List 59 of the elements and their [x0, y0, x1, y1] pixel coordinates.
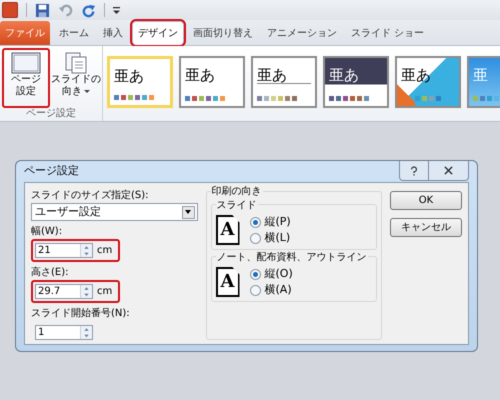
- theme-sample-text: 亜あ: [257, 68, 311, 84]
- spinner-arrows-icon[interactable]: [80, 285, 92, 298]
- unit-label: cm: [97, 244, 114, 258]
- ribbon-tab[interactable]: 画面切り替え: [188, 21, 258, 45]
- radio-label: 縦(O): [264, 266, 293, 282]
- close-button[interactable]: [429, 161, 469, 181]
- theme-thumbnail[interactable]: 亜あ: [251, 56, 317, 108]
- page-setup-button[interactable]: ページ 設定: [2, 48, 50, 108]
- customize-toolbar-icon[interactable]: [113, 6, 120, 14]
- radio-label: 縦(P): [264, 214, 291, 230]
- close-icon: [444, 166, 453, 175]
- spinner-arrows-icon[interactable]: [80, 326, 92, 339]
- radio-button[interactable]: [250, 268, 260, 280]
- field-label: スライド開始番号(N):: [31, 307, 131, 320]
- radio-button[interactable]: [250, 216, 260, 228]
- theme-thumbnail[interactable]: 亜あ: [395, 56, 461, 108]
- theme-sample-text: 亜あ: [185, 68, 216, 83]
- dialog-title: ページ設定: [24, 163, 79, 180]
- group-title: スライド: [216, 199, 258, 212]
- app-logo-icon: [2, 2, 18, 18]
- ribbon-tab[interactable]: デザイン: [132, 21, 184, 45]
- spinner-arrows-icon[interactable]: [80, 244, 92, 257]
- field-label: スライドのサイズ指定(S):: [31, 189, 150, 202]
- ok-button[interactable]: OK: [390, 191, 462, 210]
- theme-thumbnail[interactable]: 亜あ: [107, 56, 173, 108]
- unit-label: cm: [97, 285, 114, 299]
- portrait-page-icon: A: [216, 267, 240, 297]
- ribbon-tab[interactable]: アニメーション: [262, 21, 342, 45]
- page-icon: [11, 52, 41, 74]
- group-title: ノート、配布資料、アウトライン: [216, 251, 368, 264]
- slide-size-dropdown[interactable]: ユーザー設定: [31, 203, 198, 221]
- theme-sample-text: 亜あ: [114, 69, 145, 84]
- ribbon-tab[interactable]: 挿入: [98, 21, 128, 45]
- group-title: 印刷の向き: [210, 185, 262, 198]
- field-label: 高さ(E):: [31, 266, 70, 279]
- cancel-button[interactable]: キャンセル: [390, 218, 462, 237]
- ribbon-tab[interactable]: ホーム: [54, 21, 94, 45]
- undo-icon[interactable]: [58, 2, 73, 18]
- number-field[interactable]: 1: [35, 325, 93, 340]
- radio-button[interactable]: [250, 232, 260, 244]
- radio-label: 横(L): [264, 230, 290, 246]
- field-label: 幅(W):: [31, 225, 64, 238]
- save-icon[interactable]: [35, 2, 50, 18]
- theme-sample-text: 亜: [473, 68, 489, 83]
- group-label: ページ設定: [25, 108, 77, 120]
- slide-orientation-button[interactable]: スライドの 向き: [52, 48, 100, 108]
- help-button[interactable]: [399, 161, 429, 181]
- theme-sample-text: 亜あ: [401, 68, 432, 83]
- portrait-page-icon: A: [216, 215, 240, 245]
- redo-icon[interactable]: [81, 2, 96, 18]
- ribbon-tab[interactable]: スライド ショー: [346, 21, 430, 45]
- number-field[interactable]: 29.7: [35, 284, 93, 299]
- theme-thumbnail[interactable]: 亜あ: [179, 56, 245, 108]
- theme-thumbnail[interactable]: 亜あ: [323, 56, 389, 108]
- radio-button[interactable]: [250, 284, 260, 296]
- help-icon: [410, 166, 418, 176]
- radio-label: 横(A): [264, 282, 292, 298]
- theme-sample-text: 亜あ: [329, 68, 360, 83]
- number-field[interactable]: 21: [35, 243, 93, 258]
